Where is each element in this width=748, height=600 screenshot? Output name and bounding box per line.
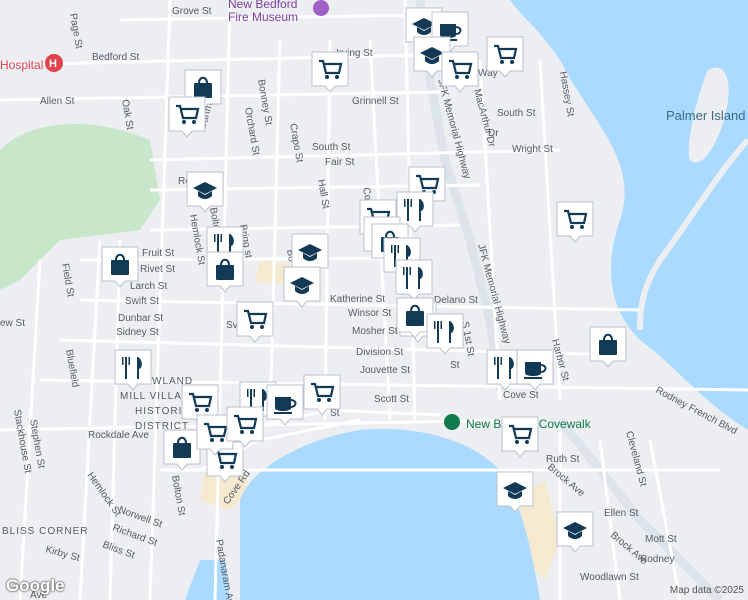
road-label: Swift St bbox=[125, 296, 159, 307]
road-label: Mott St bbox=[645, 534, 677, 545]
map-pin[interactable] bbox=[283, 266, 321, 308]
map-pin[interactable] bbox=[496, 471, 534, 513]
map-pin[interactable] bbox=[556, 511, 594, 553]
park-icon[interactable] bbox=[444, 414, 460, 430]
map-pin[interactable] bbox=[163, 429, 201, 471]
road-label: Dr bbox=[488, 128, 499, 139]
map-pin[interactable] bbox=[114, 349, 152, 391]
road-label: Jouvette St bbox=[360, 365, 410, 376]
road-label: Grove St bbox=[172, 6, 212, 17]
map-pin[interactable] bbox=[266, 384, 304, 426]
road-label: Mosher St bbox=[352, 326, 398, 337]
google-logo: Google bbox=[6, 576, 65, 595]
road-label: Woodlawn St bbox=[580, 572, 639, 583]
museum-icon[interactable] bbox=[313, 0, 329, 16]
map-pin[interactable] bbox=[395, 259, 433, 301]
museum-label-line2: Fire Museum bbox=[228, 10, 298, 24]
map-pin-background bbox=[426, 313, 464, 355]
map-pin[interactable] bbox=[186, 171, 224, 213]
road-label: South St bbox=[497, 108, 536, 119]
road-label: Ellen St bbox=[604, 508, 639, 519]
map-pin[interactable] bbox=[168, 96, 206, 138]
road-label: Sv bbox=[226, 320, 238, 331]
map-pin[interactable] bbox=[501, 416, 539, 458]
road-label: Dunbar St bbox=[118, 313, 163, 324]
road-label: St bbox=[330, 408, 340, 419]
map-pin[interactable] bbox=[236, 301, 274, 343]
map-pin[interactable] bbox=[303, 374, 341, 416]
map-attribution[interactable]: Map data ©2025 bbox=[670, 585, 744, 596]
map-canvas[interactable]: Grove St Page St Bedford St Hospital All… bbox=[0, 0, 748, 600]
road-label: Wright St bbox=[512, 144, 553, 155]
map-pin[interactable] bbox=[516, 349, 554, 391]
road-label: Division St bbox=[356, 347, 403, 358]
road-label: ew St bbox=[0, 318, 25, 329]
map-pin[interactable] bbox=[589, 326, 627, 368]
map-pin[interactable] bbox=[441, 51, 479, 93]
road-label: South St bbox=[312, 142, 351, 153]
road-label: Scott St bbox=[374, 394, 409, 405]
road-label: Co bbox=[360, 187, 373, 202]
road-label: Bedford St bbox=[92, 52, 139, 63]
bliss-corner-label: BLISS CORNER bbox=[2, 526, 88, 537]
hospital-icon-glyph: H bbox=[49, 58, 57, 70]
road-label: Katherine St bbox=[330, 294, 385, 305]
map-pin[interactable] bbox=[556, 201, 594, 243]
map-pin-background bbox=[395, 259, 433, 301]
hospital-label: Hospital bbox=[0, 58, 43, 72]
road-label: Allen St bbox=[40, 96, 75, 107]
road-label: Fair St bbox=[325, 157, 355, 168]
road-label: St bbox=[450, 360, 460, 371]
road-label: Rodney bbox=[640, 554, 674, 565]
map-pin[interactable] bbox=[311, 51, 349, 93]
map-pin[interactable] bbox=[226, 406, 264, 448]
road-label: Sidney St bbox=[116, 327, 159, 338]
map-pin[interactable] bbox=[101, 246, 139, 288]
road-label: Grinnell St bbox=[352, 96, 399, 107]
map-pin[interactable] bbox=[486, 36, 524, 78]
road-label: Cove St bbox=[503, 390, 539, 401]
road-label: Larch St bbox=[130, 281, 167, 292]
map-pin-background bbox=[114, 349, 152, 391]
map-pin[interactable] bbox=[426, 313, 464, 355]
road-label: Rivet St bbox=[140, 264, 175, 275]
road-label: Fruit St bbox=[142, 248, 174, 259]
map-pin[interactable] bbox=[206, 251, 244, 293]
road-label: Winsor St bbox=[348, 308, 392, 319]
road-label: Delano St bbox=[434, 295, 478, 306]
palmer-island-label: Palmer Island bbox=[666, 108, 745, 123]
